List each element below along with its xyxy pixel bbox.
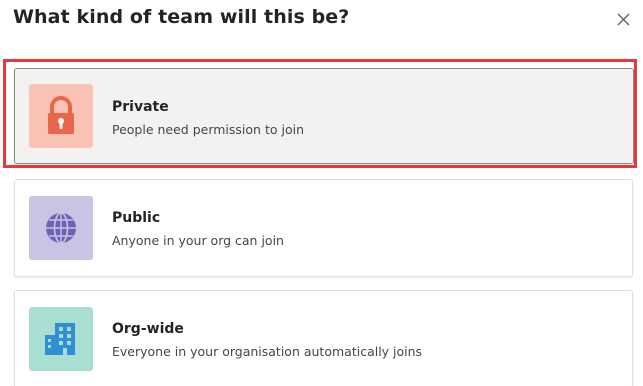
org-wide-icon-tile: [29, 307, 93, 371]
dialog-title: What kind of team will this be?: [13, 6, 350, 28]
private-icon-tile: [29, 84, 93, 148]
globe-icon: [46, 212, 76, 244]
team-option-private[interactable]: Private People need permission to join: [14, 68, 634, 164]
team-option-public[interactable]: Public Anyone in your org can join: [14, 179, 633, 277]
option-title: Private: [112, 99, 169, 115]
building-icon: [45, 323, 75, 355]
close-button[interactable]: [612, 8, 636, 32]
option-description: Anyone in your org can join: [112, 233, 284, 248]
public-icon-tile: [29, 196, 93, 260]
option-description: People need permission to join: [112, 122, 304, 137]
option-title: Public: [112, 210, 161, 226]
team-option-org-wide[interactable]: Org-wide Everyone in your organisation a…: [14, 290, 633, 386]
lock-icon: [48, 96, 74, 134]
team-type-dialog: What kind of team will this be? Private …: [0, 0, 643, 386]
option-description: Everyone in your organisation automatica…: [112, 344, 423, 359]
option-title: Org-wide: [112, 321, 184, 337]
close-icon: [617, 13, 630, 26]
